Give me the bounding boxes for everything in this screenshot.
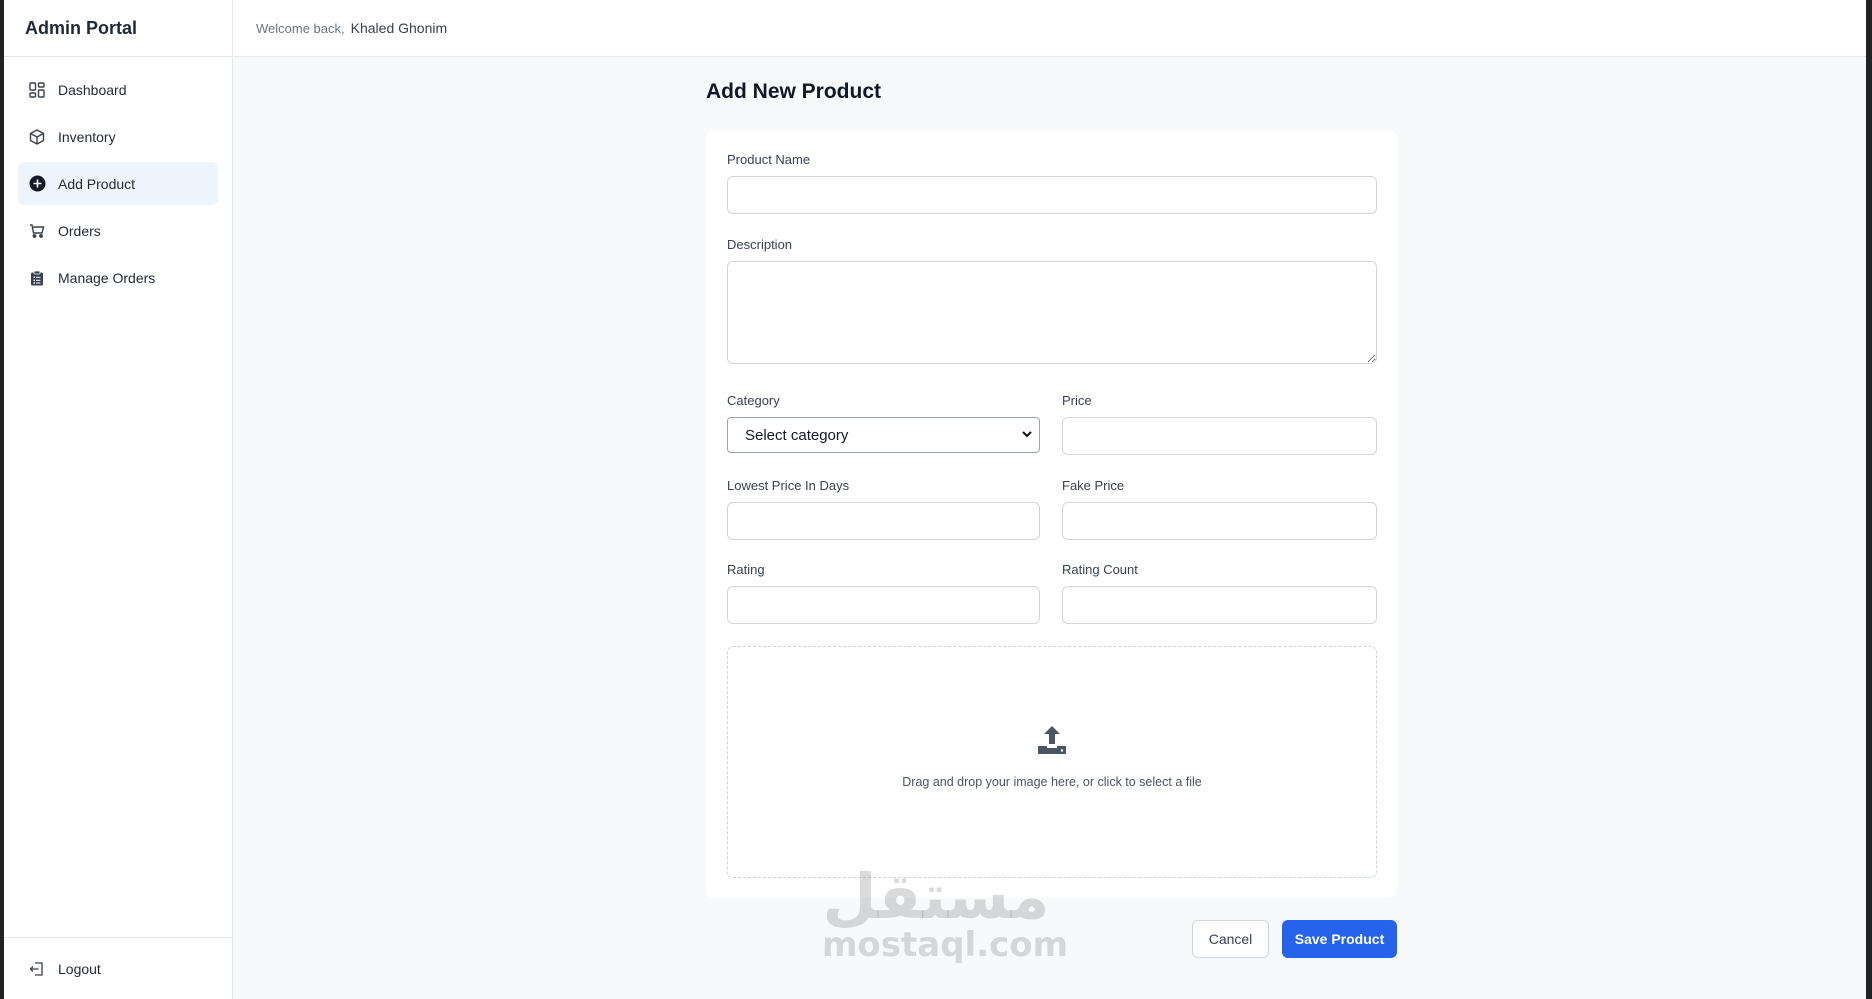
sidebar-item-label: Manage Orders [58,269,156,286]
rating-count-label: Rating Count [1062,562,1138,577]
image-dropzone[interactable]: Drag and drop your image here, or click … [727,646,1377,878]
sidebar-item-manage-orders[interactable]: Manage Orders [18,256,218,299]
sidebar-item-label: Add Product [58,175,136,192]
rating-label: Rating [727,562,765,577]
window-border-right [1866,0,1872,999]
cancel-button[interactable]: Cancel [1192,920,1269,958]
dashboard-icon [28,81,46,99]
add-product-form: Product Name Description Category Select… [706,130,1397,898]
sidebar-item-inventory[interactable]: Inventory [18,115,218,158]
sidebar-nav: Dashboard Inventory Add Product Orders M… [4,57,232,299]
sidebar-item-label: Inventory [58,128,116,145]
product-name-input[interactable] [727,176,1377,214]
user-name: Khaled Ghonim [350,20,448,36]
brand-title: Admin Portal [4,0,232,57]
price-input[interactable] [1062,417,1377,455]
sidebar-item-label: Dashboard [58,81,127,98]
category-select[interactable]: Select category [727,417,1040,453]
rating-input[interactable] [727,586,1040,624]
top-header: Welcome back, Khaled Ghonim [233,0,1866,57]
sidebar: Admin Portal Dashboard Inventory Add Pro… [4,0,233,999]
sidebar-item-dashboard[interactable]: Dashboard [18,68,218,111]
dropzone-text: Drag and drop your image here, or click … [902,775,1202,789]
page-title: Add New Product [706,80,882,103]
sidebar-item-orders[interactable]: Orders [18,209,218,252]
product-name-label: Product Name [727,152,811,167]
category-label: Category [727,393,780,408]
fake-price-label: Fake Price [1062,478,1125,493]
sidebar-item-add-product[interactable]: Add Product [18,162,218,205]
chevron-down-icon [1021,427,1033,444]
cart-icon [28,222,46,240]
plus-circle-icon [28,175,46,193]
logout-label: Logout [58,960,101,977]
lowest-price-days-input[interactable] [727,502,1040,540]
description-label: Description [727,237,793,252]
upload-icon [1036,724,1068,761]
lowest-price-days-label: Lowest Price In Days [727,478,850,493]
description-textarea[interactable] [727,261,1377,364]
save-product-button[interactable]: Save Product [1282,920,1397,958]
sidebar-item-label: Orders [58,222,101,239]
logout-icon [28,960,46,978]
watermark-latin: mostaql.com [822,925,1069,965]
fake-price-input[interactable] [1062,502,1377,540]
welcome-text: Welcome back, [256,20,345,36]
logout-button[interactable]: Logout [4,937,232,999]
category-selected-value: Select category [745,426,849,444]
price-label: Price [1062,393,1092,408]
box-icon [28,128,46,146]
clipboard-icon [28,269,46,287]
rating-count-input[interactable] [1062,586,1377,624]
